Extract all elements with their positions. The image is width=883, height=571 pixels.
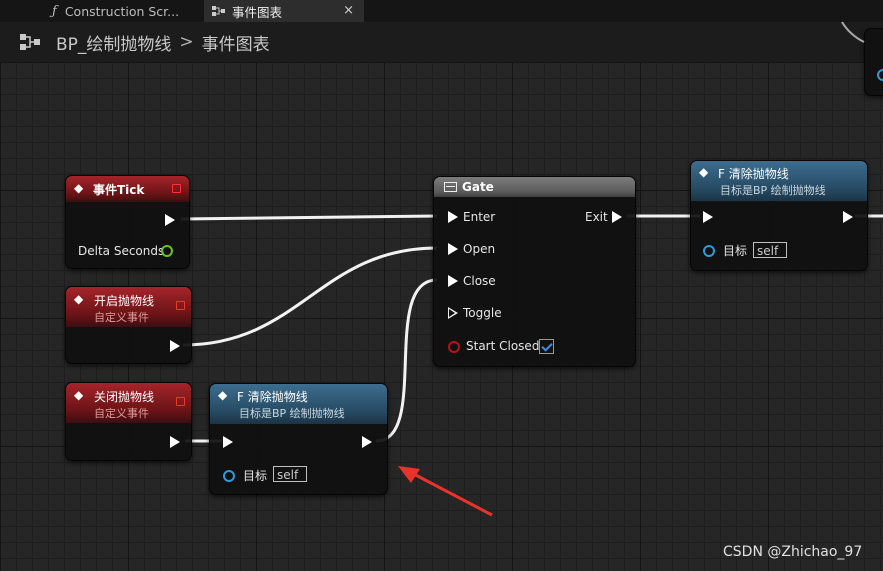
watermark: CSDN @Zhichao_97 [723,544,863,560]
event-tick-node[interactable]: ◆ 事件Tick Delta Seconds [65,175,190,269]
enter-label: Enter [463,210,496,224]
node-subtitle: 目标是BP 绘制抛物线 [720,184,826,197]
node-title: 开启抛物线 [94,294,155,308]
target-pin[interactable] [703,245,715,257]
exec-out-pin[interactable] [170,340,180,352]
close-label: Close [463,274,496,288]
target-pin[interactable] [223,470,235,482]
function-icon: ◆ [699,165,709,179]
event-icon: ◆ [74,292,84,306]
clear-parabola-node-top[interactable]: ◆ F 清除抛物线 目标是BP 绘制抛物线 目标 self [690,160,868,271]
event-icon: ◆ [74,388,84,402]
node-subtitle: 自定义事件 [94,407,149,420]
open-pin[interactable] [448,243,458,255]
exit-pin[interactable] [612,211,622,223]
target-self-field[interactable]: self [753,242,787,258]
target-self-field[interactable]: self [273,466,307,482]
close-pin[interactable] [448,275,458,287]
node-title: Gate [462,180,494,194]
start-closed-pin[interactable] [448,341,460,353]
exec-in-pin[interactable] [223,436,233,448]
open-parabola-event-node[interactable]: ◆ 开启抛物线 自定义事件 [65,286,192,364]
node-subtitle: 目标是BP 绘制抛物线 [239,407,345,420]
toggle-pin[interactable] [448,307,458,319]
gate-node[interactable]: Gate Enter Exit Open Close Toggle Start … [433,176,636,367]
node-title: 事件Tick [93,183,145,197]
exec-out-pin[interactable] [170,436,180,448]
exec-out-pin[interactable] [843,211,853,223]
delegate-pin[interactable] [172,184,181,193]
target-label: 目标 [723,244,748,258]
close-parabola-event-node[interactable]: ◆ 关闭抛物线 自定义事件 [65,382,192,461]
exit-label: Exit [585,210,608,224]
clear-parabola-node-bottom[interactable]: ◆ F 清除抛物线 目标是BP 绘制抛物线 目标 self [209,383,388,495]
exec-in-pin[interactable] [703,211,713,223]
function-icon: ◆ [218,388,228,402]
node-subtitle: 自定义事件 [94,311,149,324]
enter-pin[interactable] [448,211,458,223]
delegate-pin[interactable] [176,397,185,406]
delegate-pin[interactable] [176,301,185,310]
float-out-pin[interactable] [161,245,173,257]
toggle-label: Toggle [463,306,502,320]
open-label: Open [463,242,496,256]
node-title: F 清除抛物线 [718,167,789,181]
node-title: F 清除抛物线 [237,390,308,404]
wire-tick-to-enter [180,214,438,221]
node-title: 关闭抛物线 [94,390,155,404]
wire-open-event-to-open [182,246,438,347]
start-closed-checkbox[interactable] [539,339,554,354]
event-icon: ◆ [74,181,84,195]
exec-out-pin[interactable] [362,436,372,448]
target-label: 目标 [243,469,268,483]
delta-seconds-label: Delta Seconds [78,244,165,258]
exec-out-pin[interactable] [165,214,175,226]
start-closed-label: Start Closed [466,339,540,353]
gate-icon [444,182,457,192]
